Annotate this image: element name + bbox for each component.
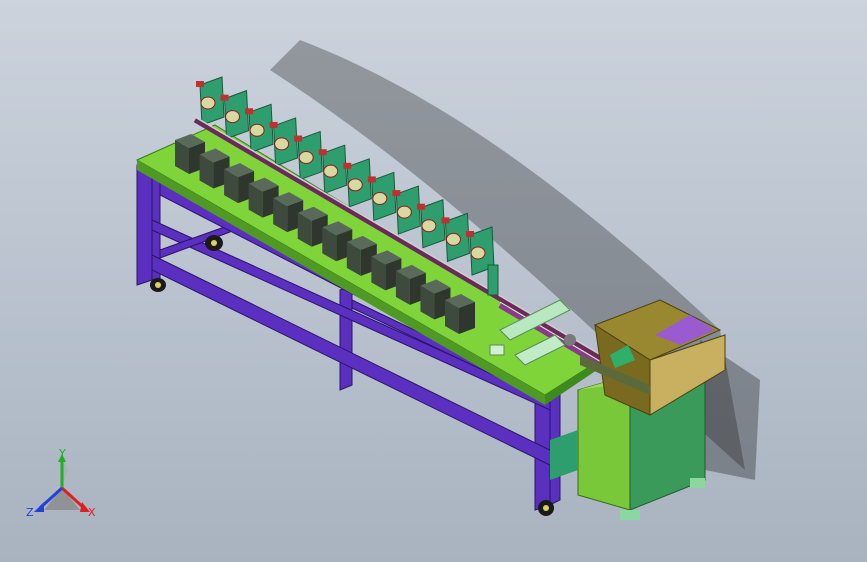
cad-viewport[interactable]: Y X Z	[0, 0, 867, 562]
x-axis-label: X	[88, 506, 96, 519]
y-axis-label: Y	[58, 448, 66, 460]
z-axis-label: Z	[26, 506, 34, 519]
assembly-model[interactable]	[0, 0, 867, 562]
coordinate-triad: Y X Z	[26, 448, 96, 519]
